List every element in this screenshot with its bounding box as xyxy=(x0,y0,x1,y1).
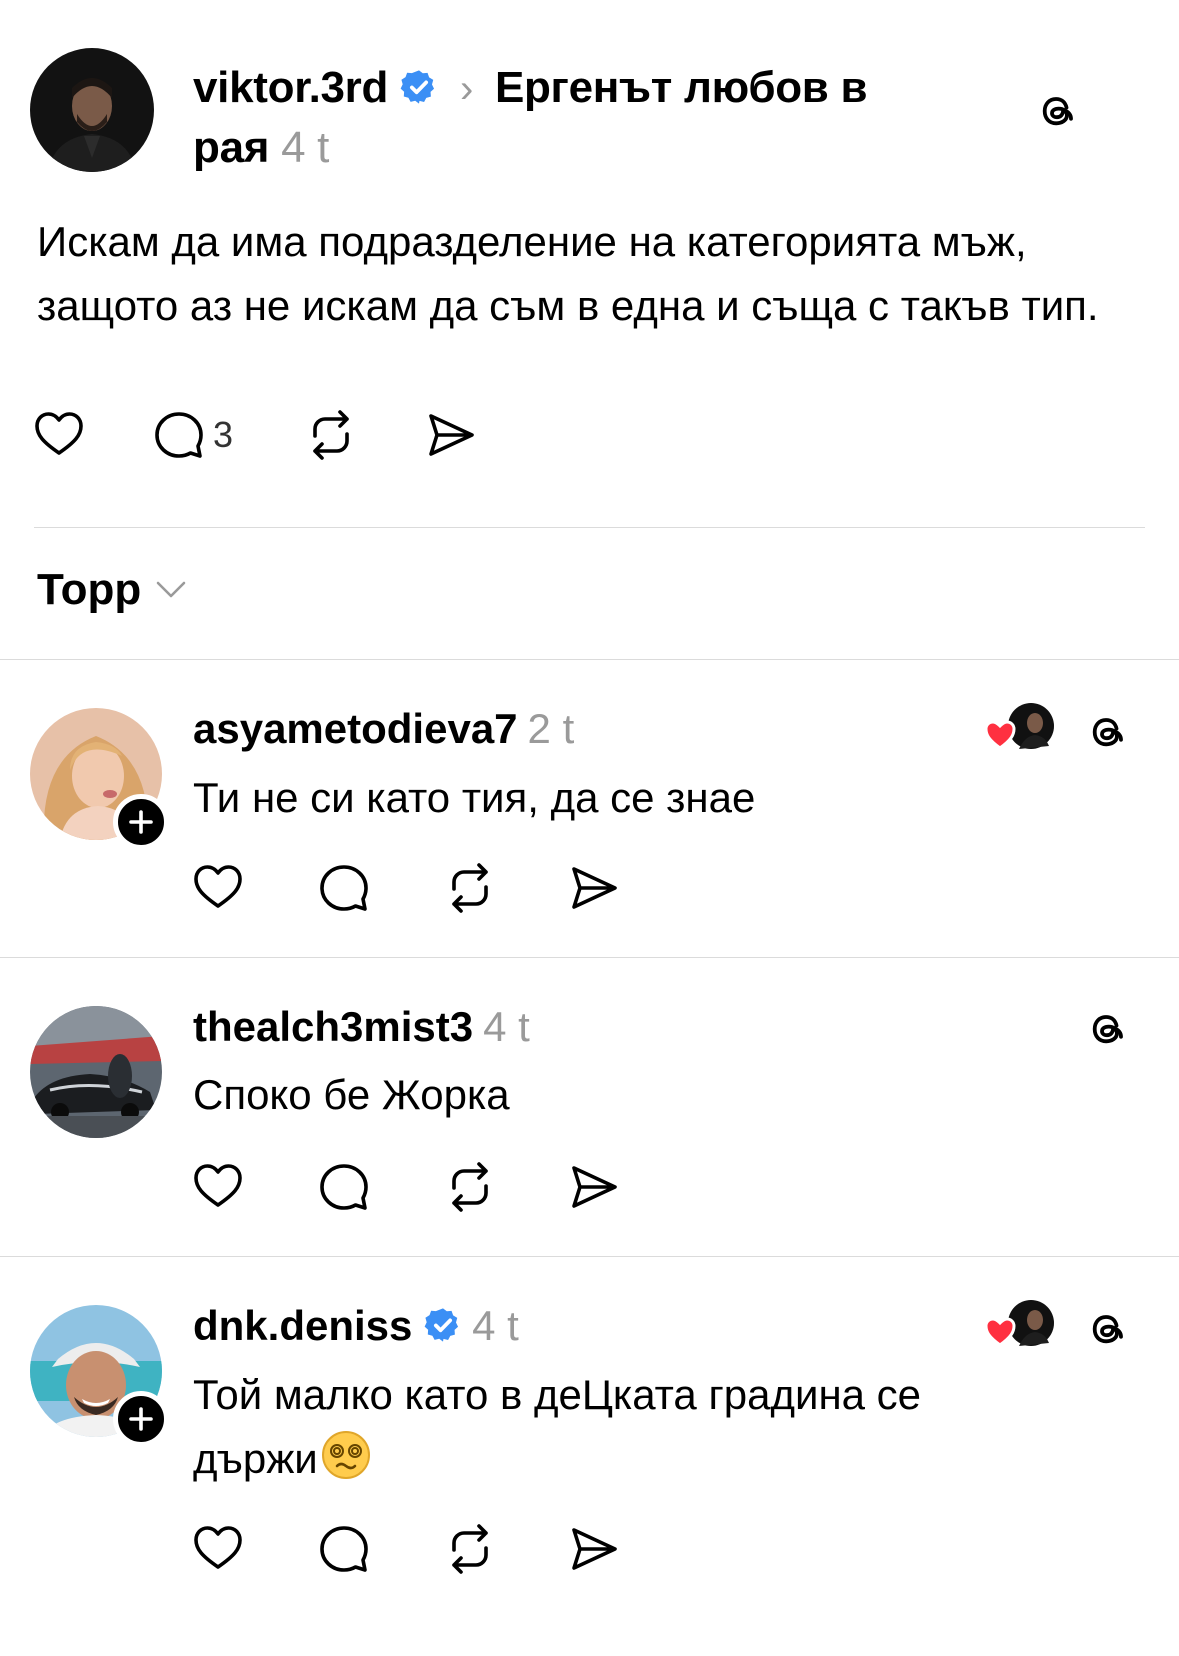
like-button[interactable] xyxy=(192,1519,244,1579)
repost-icon xyxy=(444,862,496,914)
verified-badge-icon xyxy=(424,1304,462,1356)
heart-icon xyxy=(192,862,244,914)
comment-bubble-icon xyxy=(318,862,370,914)
reply-header: thealch3mist3 4 t xyxy=(193,1001,530,1053)
sort-label: Topp xyxy=(37,565,142,614)
plus-icon xyxy=(129,810,153,834)
like-button[interactable] xyxy=(192,858,244,918)
reply-avatar[interactable] xyxy=(30,1006,162,1138)
repost-button[interactable] xyxy=(444,858,496,918)
reply-text: Ти не си като тия, да се знае xyxy=(193,774,756,821)
share-button[interactable] xyxy=(568,858,620,918)
like-button[interactable] xyxy=(192,1157,244,1217)
send-icon xyxy=(568,1161,620,1213)
repost-button[interactable] xyxy=(444,1519,496,1579)
post-header: viktor.3rd › Ергенът любов в рая 4 t xyxy=(193,60,913,176)
repost-button[interactable] xyxy=(444,1157,496,1217)
liked-by-author-indicator xyxy=(984,700,1057,754)
threads-logo-icon[interactable] xyxy=(1082,707,1132,757)
post-topic-continued[interactable]: рая xyxy=(193,123,269,172)
chevron-right-icon: › xyxy=(459,67,473,111)
comment-button[interactable]: 3 xyxy=(153,405,233,465)
reply-text: Той малко като в деЦката градина се държ… xyxy=(193,1363,1053,1491)
liked-by-author-indicator xyxy=(984,1297,1057,1351)
plus-icon xyxy=(129,1407,153,1431)
share-button[interactable] xyxy=(568,1519,620,1579)
repost-icon xyxy=(305,409,357,461)
reply-actions xyxy=(192,858,632,918)
post-time: 4 t xyxy=(281,123,330,172)
threads-logo-icon[interactable] xyxy=(1082,1304,1132,1354)
comment-bubble-icon xyxy=(318,1161,370,1213)
reply-text: Споко бе Жорка xyxy=(193,1071,510,1118)
post-divider xyxy=(34,527,1145,528)
comment-bubble-icon xyxy=(153,409,205,461)
post-actions: 3 xyxy=(33,405,493,465)
reply-time: 4 t xyxy=(472,1302,519,1349)
follow-button[interactable] xyxy=(113,1391,169,1447)
post-topic[interactable]: Ергенът любов в xyxy=(495,63,868,112)
reply-divider xyxy=(0,1256,1179,1257)
threads-logo-icon[interactable] xyxy=(1032,86,1082,136)
follow-button[interactable] xyxy=(113,794,169,850)
share-button[interactable] xyxy=(425,405,477,465)
reply-text-line-2: държи xyxy=(193,1435,318,1482)
heart-icon xyxy=(984,1317,1016,1347)
reply-actions xyxy=(192,1519,632,1579)
send-icon xyxy=(568,1523,620,1575)
reply-username[interactable]: dnk.deniss xyxy=(193,1302,412,1349)
heart-icon xyxy=(33,409,85,461)
reply-time: 4 t xyxy=(483,1003,530,1050)
post-author-avatar[interactable] xyxy=(30,48,154,172)
post-text: Искам да има подразделение на категорият… xyxy=(37,218,1099,329)
comment-button[interactable] xyxy=(318,1519,370,1579)
repost-icon xyxy=(444,1523,496,1575)
heart-icon xyxy=(192,1161,244,1213)
comment-button[interactable] xyxy=(318,858,370,918)
reply-divider xyxy=(0,957,1179,958)
reply-text-line-1: Той малко като в деЦката градина се xyxy=(193,1371,922,1418)
comment-bubble-icon xyxy=(318,1523,370,1575)
reply-actions xyxy=(192,1157,632,1217)
send-icon xyxy=(425,409,477,461)
heart-icon xyxy=(192,1523,244,1575)
verified-badge-icon xyxy=(400,64,438,120)
reply-count: 3 xyxy=(213,414,234,455)
threads-logo-icon[interactable] xyxy=(1082,1004,1132,1054)
reply-username[interactable]: asyametodieva7 xyxy=(193,705,518,752)
repost-icon xyxy=(444,1161,496,1213)
chevron-down-icon xyxy=(156,581,186,598)
sort-dropdown[interactable]: Topp xyxy=(37,565,187,615)
reply-username[interactable]: thealch3mist3 xyxy=(193,1003,473,1050)
send-icon xyxy=(568,862,620,914)
dizzy-face-emoji xyxy=(318,1431,372,1482)
reply-time: 2 t xyxy=(527,705,575,752)
share-button[interactable] xyxy=(568,1157,620,1217)
repost-button[interactable] xyxy=(305,405,357,465)
like-button[interactable] xyxy=(33,405,85,465)
section-divider xyxy=(0,659,1179,660)
reply-header: asyametodieva7 2 t xyxy=(193,703,574,755)
post-username[interactable]: viktor.3rd xyxy=(193,63,388,112)
reply-header: dnk.deniss 4 t xyxy=(193,1300,519,1356)
heart-icon xyxy=(984,720,1016,750)
comment-button[interactable] xyxy=(318,1157,370,1217)
